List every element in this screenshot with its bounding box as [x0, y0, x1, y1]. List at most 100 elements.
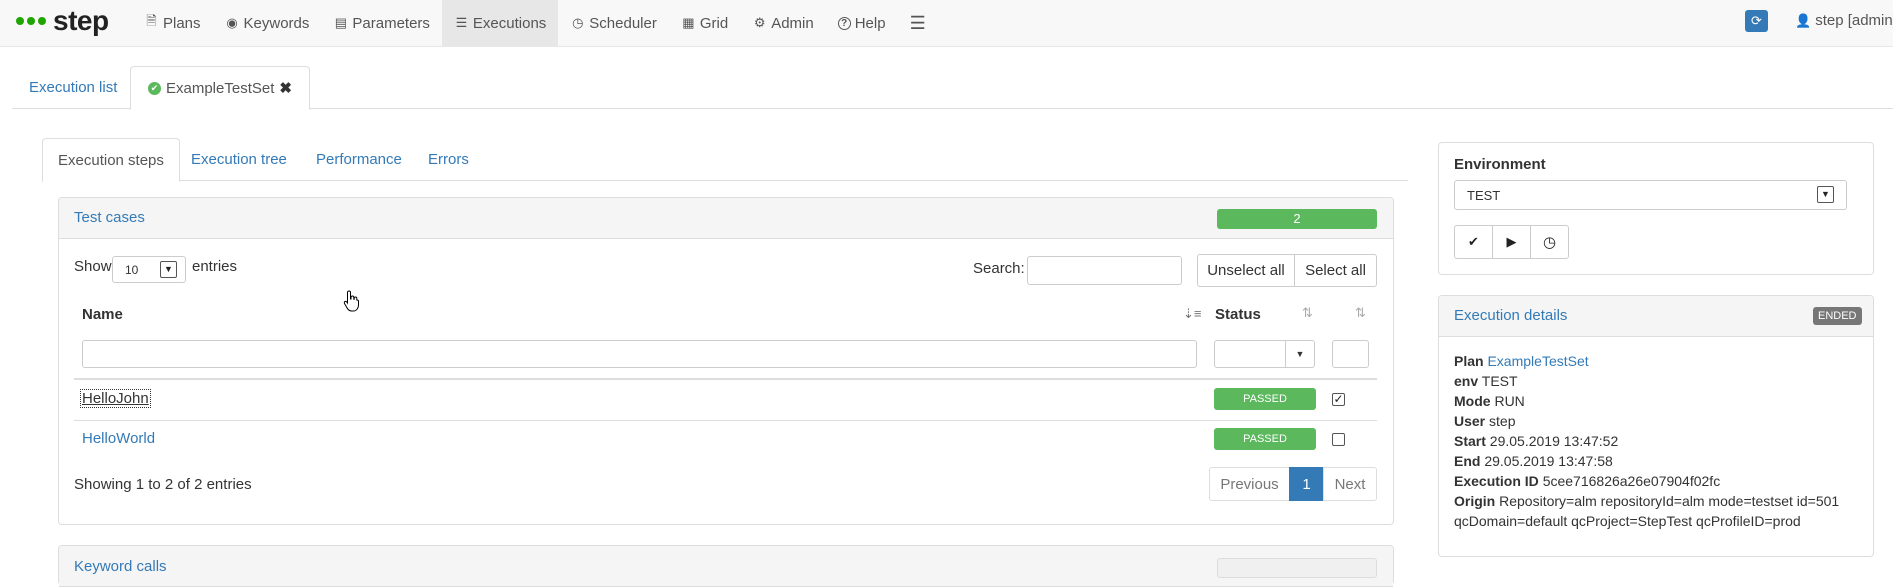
row-checkbox[interactable]: ✓: [1332, 393, 1345, 406]
unselect-all-button[interactable]: Unselect all: [1197, 254, 1295, 287]
status-badge: PASSED: [1214, 428, 1316, 450]
detail-execution-id: Execution ID 5cee716826a26e07904f02fc: [1454, 473, 1720, 489]
tab-label: Execution list: [29, 79, 118, 96]
nav-keywords[interactable]: ◉ Keywords: [213, 0, 322, 46]
detail-start: Start 29.05.2019 13:47:52: [1454, 433, 1618, 449]
detail-label: Execution ID: [1454, 473, 1539, 489]
question-icon: ?: [837, 16, 851, 30]
detail-label: End: [1454, 453, 1481, 469]
tab-execution-list[interactable]: Execution list: [12, 66, 134, 109]
tasks-icon: ☰: [455, 15, 468, 30]
nav-grid[interactable]: ▦ Grid: [669, 0, 740, 46]
detail-value: 29.05.2019 13:47:58: [1484, 453, 1613, 469]
th-icon: ▦: [682, 15, 695, 30]
chevron-down-icon: ▼: [160, 261, 177, 278]
detail-label: Mode: [1454, 393, 1491, 409]
test-case-count-bar: 2: [1217, 209, 1377, 229]
tab-errors[interactable]: Errors: [413, 138, 484, 181]
panel-heading: Keyword calls: [59, 546, 1393, 587]
name-filter-input[interactable]: [82, 340, 1197, 368]
row-divider: [74, 420, 1377, 421]
tab-label: Execution tree: [191, 151, 287, 168]
environment-label: Environment: [1454, 156, 1546, 173]
file-icon: 🗎: [146, 13, 157, 28]
row-checkbox[interactable]: [1332, 433, 1345, 446]
detail-value: 29.05.2019 13:47:52: [1489, 433, 1619, 449]
user-icon: 👤: [1795, 13, 1812, 28]
brand-dots-icon: [16, 17, 46, 25]
detail-origin: Origin Repository=alm repositoryId=alm m…: [1454, 493, 1839, 509]
test-case-link[interactable]: HelloWorld: [82, 430, 155, 447]
test-case-link[interactable]: HelloJohn: [80, 389, 151, 408]
user-menu[interactable]: 👤 step [admin]: [1795, 12, 1893, 29]
sort-icon[interactable]: ⇅: [1355, 305, 1366, 321]
clock-icon[interactable]: ◷: [1530, 225, 1569, 259]
brand-logo[interactable]: step: [16, 6, 109, 36]
nav-admin[interactable]: ⚙ Admin: [740, 0, 826, 46]
caret-down-icon: ▼: [1285, 341, 1314, 367]
plan-link[interactable]: ExampleTestSet: [1487, 353, 1588, 369]
search-label: Search:: [973, 260, 1025, 277]
select-all-button[interactable]: Select all: [1294, 254, 1377, 287]
panel-heading: Execution details ENDED: [1439, 296, 1873, 337]
hand-cursor-icon: [343, 290, 359, 312]
header-divider: [74, 378, 1377, 380]
column-header-name[interactable]: Name: [82, 306, 123, 323]
detail-label: Start: [1454, 433, 1486, 449]
record-icon: ◉: [226, 15, 238, 30]
nav-label: Admin: [771, 14, 814, 32]
tab-execution-steps[interactable]: Execution steps: [42, 138, 180, 182]
tab-current-execution[interactable]: ✔ ExampleTestSet ✖: [130, 66, 310, 110]
refresh-icon[interactable]: ⟳: [1745, 10, 1768, 32]
column-header-status[interactable]: Status: [1215, 306, 1261, 323]
hamburger-menu-icon[interactable]: ☰: [898, 0, 938, 46]
table-info: Showing 1 to 2 of 2 entries: [74, 476, 252, 493]
detail-plan: Plan ExampleTestSet: [1454, 353, 1589, 369]
execution-state-badge: ENDED: [1813, 307, 1862, 325]
status-filter-select[interactable]: ▼: [1214, 340, 1315, 368]
pagination-page[interactable]: 1: [1289, 467, 1324, 501]
detail-value: step: [1489, 413, 1516, 429]
nav-plans[interactable]: 🗎 Plans: [132, 0, 213, 46]
entries-label: entries: [192, 258, 238, 275]
detail-origin-continued: qcDomain=default qcProject=StepTest qcPr…: [1454, 513, 1801, 529]
nav-scheduler[interactable]: ◷ Scheduler: [558, 0, 669, 46]
detail-label: Plan: [1454, 353, 1484, 369]
top-navbar: step 🗎 Plans ◉ Keywords ▤ Parameters ☰ Execu…: [0, 0, 1893, 47]
nav-label: Executions: [472, 14, 547, 32]
nav-help[interactable]: ? Help: [826, 0, 898, 46]
detail-user: User step: [1454, 413, 1516, 429]
tab-performance[interactable]: Performance: [301, 138, 417, 181]
sort-desc-icon[interactable]: ⇣≡: [1183, 306, 1201, 322]
selection-filter-input[interactable]: [1332, 340, 1369, 368]
environment-select[interactable]: TEST ▼: [1454, 180, 1847, 210]
entries-select[interactable]: 10 ▼: [112, 256, 186, 283]
sort-icon[interactable]: ⇅: [1302, 305, 1313, 321]
status-badge: PASSED: [1214, 388, 1316, 410]
close-icon[interactable]: ✖: [279, 79, 292, 97]
tab-execution-tree[interactable]: Execution tree: [176, 138, 302, 181]
nav-parameters[interactable]: ▤ Parameters: [321, 0, 442, 46]
detail-label: env: [1454, 373, 1479, 389]
execution-view-tabs: Execution steps Execution tree Performan…: [42, 138, 1408, 182]
search-input[interactable]: [1027, 256, 1182, 285]
ok-circle-icon: ✔: [148, 81, 161, 95]
pagination-previous[interactable]: Previous: [1209, 467, 1290, 501]
panel-title[interactable]: Execution details: [1454, 307, 1567, 324]
pagination-next[interactable]: Next: [1323, 467, 1377, 501]
panel-title[interactable]: Keyword calls: [74, 558, 167, 575]
detail-label: Origin: [1454, 493, 1496, 509]
detail-end: End 29.05.2019 13:47:58: [1454, 453, 1613, 469]
detail-value: RUN: [1494, 393, 1525, 409]
nav-label: Scheduler: [589, 14, 657, 32]
detail-label: User: [1454, 413, 1486, 429]
play-icon[interactable]: ▶: [1492, 225, 1531, 259]
detail-value: Repository=alm repositoryId=alm mode=tes…: [1499, 493, 1840, 509]
nav-executions[interactable]: ☰ Executions: [441, 0, 559, 46]
main-nav: 🗎 Plans ◉ Keywords ▤ Parameters ☰ Executions…: [132, 0, 938, 46]
clock-icon: ◷: [572, 15, 584, 30]
detail-value: 5cee716826a26e07904f02fc: [1542, 473, 1721, 489]
check-icon[interactable]: ✔: [1454, 225, 1493, 259]
panel-title[interactable]: Test cases: [74, 209, 145, 226]
tab-label: Errors: [428, 151, 469, 168]
